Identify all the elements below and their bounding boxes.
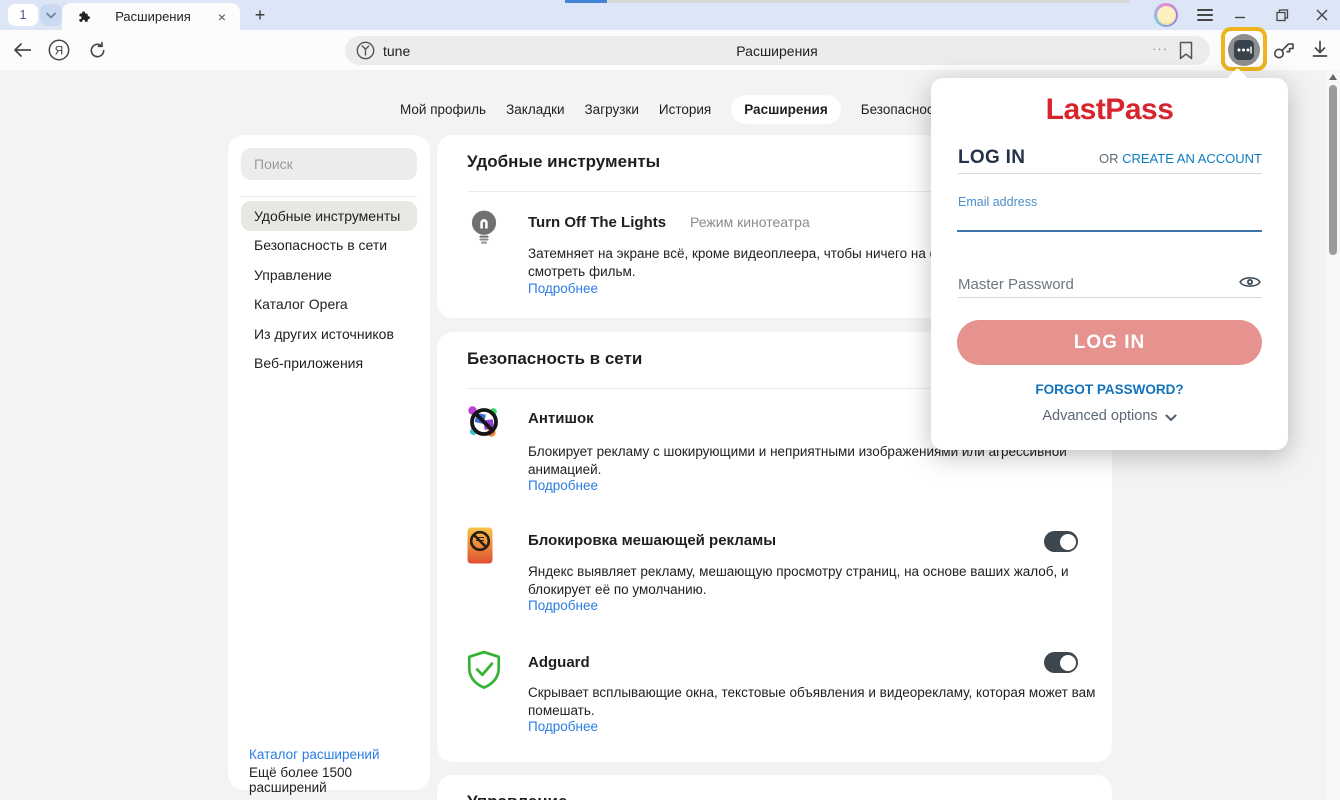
window-restore-button[interactable] bbox=[1272, 5, 1292, 25]
restore-icon bbox=[1276, 9, 1289, 22]
svg-text:Я: Я bbox=[55, 43, 64, 57]
lastpass-logo: LastPass bbox=[931, 93, 1288, 127]
extension-name: Adguard bbox=[528, 654, 590, 671]
login-heading-row: LOG IN OR CREATE AN ACCOUNT bbox=[958, 147, 1262, 169]
loading-progress-track bbox=[565, 0, 1130, 3]
sidebar-nav: Удобные инструменты Безопасность в сети … bbox=[241, 201, 417, 378]
advanced-options-toggle[interactable]: Advanced options bbox=[931, 408, 1288, 424]
scrollbar-thumb[interactable] bbox=[1329, 85, 1337, 255]
tab-my-profile[interactable]: Мой профиль bbox=[400, 95, 486, 124]
extension-description: Яндекс выявляет рекламу, мешающую просмо… bbox=[528, 563, 1069, 599]
login-button[interactable]: LOG IN bbox=[957, 320, 1262, 365]
tab-list-chevron-button[interactable] bbox=[40, 4, 62, 26]
window-close-button[interactable] bbox=[1312, 5, 1332, 25]
extension-description: Скрывает всплывающие окна, текстовые объ… bbox=[528, 684, 1095, 720]
login-heading: LOG IN bbox=[958, 147, 1025, 169]
chevron-down-icon bbox=[1165, 414, 1177, 422]
extension-title-row: Turn Off The Lights Режим кинотеатра bbox=[528, 214, 810, 231]
sidebar-item-opera-catalog[interactable]: Каталог Opera bbox=[241, 290, 417, 320]
lastpass-login-popup: LastPass LOG IN OR CREATE AN ACCOUNT Ema… bbox=[931, 78, 1288, 450]
back-arrow-icon bbox=[13, 43, 32, 57]
tab-bar: 1 Расширения × + bbox=[0, 0, 1340, 30]
sidebar-item-convenient-tools[interactable]: Удобные инструменты bbox=[241, 201, 417, 231]
browser-menu-button[interactable] bbox=[1196, 7, 1214, 23]
popup-divider bbox=[958, 173, 1262, 174]
forgot-password-link[interactable]: FORGOT PASSWORD? bbox=[931, 382, 1288, 397]
browser-tab-extensions[interactable]: Расширения × bbox=[62, 3, 240, 30]
profile-avatar[interactable] bbox=[1154, 3, 1178, 27]
create-account-link[interactable]: CREATE AN ACCOUNT bbox=[1122, 151, 1262, 166]
turn-off-the-lights-icon bbox=[465, 208, 503, 253]
tab-downloads[interactable]: Загрузки bbox=[585, 95, 639, 124]
email-field[interactable] bbox=[957, 206, 1262, 232]
section-management: Управление bbox=[437, 775, 1112, 800]
minimize-icon bbox=[1234, 9, 1246, 21]
puzzle-icon bbox=[78, 10, 92, 24]
section-title: Управление bbox=[467, 792, 567, 800]
refresh-button[interactable] bbox=[87, 40, 107, 60]
site-icon bbox=[356, 41, 375, 60]
tab-close-button[interactable]: × bbox=[214, 9, 230, 25]
tab-extensions[interactable]: Расширения bbox=[731, 95, 840, 124]
extensions-catalog-note: Ещё более 1500 расширений bbox=[249, 765, 430, 795]
more-link[interactable]: Подробнее bbox=[528, 478, 598, 493]
yandex-logo-button[interactable]: Я bbox=[48, 39, 70, 61]
address-page-title: Расширения bbox=[662, 43, 892, 59]
sidebar-divider bbox=[241, 196, 417, 197]
close-icon bbox=[1316, 9, 1328, 21]
address-bar[interactable]: tune Расширения ··· bbox=[345, 36, 1210, 65]
extension-name: Turn Off The Lights bbox=[528, 214, 666, 231]
window-minimize-button[interactable] bbox=[1230, 5, 1250, 25]
sidebar-item-network-security[interactable]: Безопасность в сети bbox=[241, 231, 417, 261]
extensions-sidebar: Удобные инструменты Безопасность в сети … bbox=[228, 135, 430, 790]
navigation-toolbar: Я tune Расширения ··· bbox=[0, 30, 1340, 70]
refresh-icon bbox=[88, 41, 107, 60]
download-icon bbox=[1310, 39, 1330, 59]
avatar-face bbox=[1157, 6, 1176, 25]
passwords-key-icon[interactable] bbox=[1272, 39, 1296, 61]
tab-count-button[interactable]: 1 bbox=[8, 4, 38, 26]
more-link[interactable]: Подробнее bbox=[528, 719, 598, 734]
back-button[interactable] bbox=[12, 40, 32, 60]
downloads-button[interactable] bbox=[1310, 39, 1332, 61]
tab-bookmarks[interactable]: Закладки bbox=[506, 95, 564, 124]
master-password-underline bbox=[958, 297, 1262, 298]
yandex-logo-icon: Я bbox=[48, 39, 70, 61]
chevron-down-icon bbox=[46, 12, 56, 19]
master-password-field[interactable] bbox=[958, 271, 1218, 297]
create-account-row: OR CREATE AN ACCOUNT bbox=[1099, 150, 1262, 168]
tab-history[interactable]: История bbox=[659, 95, 711, 124]
sidebar-item-web-apps[interactable]: Веб-приложения bbox=[241, 349, 417, 379]
section-title: Безопасность в сети bbox=[467, 349, 642, 369]
sidebar-item-management[interactable]: Управление bbox=[241, 260, 417, 290]
adguard-toggle[interactable] bbox=[1044, 652, 1078, 673]
new-tab-button[interactable]: + bbox=[248, 3, 272, 27]
extension-name: Блокировка мешающей рекламы bbox=[528, 532, 776, 549]
ad-block-icon bbox=[467, 527, 493, 569]
lastpass-extension-button[interactable] bbox=[1228, 34, 1260, 66]
more-link[interactable]: Подробнее bbox=[528, 281, 598, 296]
show-password-eye-icon[interactable] bbox=[1238, 274, 1262, 290]
scrollbar-up-arrow[interactable] bbox=[1329, 74, 1337, 80]
adblock-toggle[interactable] bbox=[1044, 531, 1078, 552]
popup-caret bbox=[1227, 68, 1248, 89]
loading-progress-fill bbox=[565, 0, 607, 3]
address-more-icon[interactable]: ··· bbox=[1152, 41, 1168, 56]
tune-page-icon bbox=[356, 41, 375, 60]
extension-name: Антишок bbox=[528, 410, 594, 427]
adguard-shield-icon bbox=[466, 650, 502, 695]
lastpass-icon bbox=[1234, 40, 1254, 60]
search-input[interactable] bbox=[241, 148, 417, 180]
antishock-icon bbox=[462, 400, 506, 449]
section-title: Удобные инструменты bbox=[467, 152, 660, 172]
page-scrollbar[interactable] bbox=[1326, 70, 1340, 800]
browser-window: 1 Расширения × + Я bbox=[0, 0, 1340, 800]
sidebar-item-other-sources[interactable]: Из других источников bbox=[241, 319, 417, 349]
more-link[interactable]: Подробнее bbox=[528, 598, 598, 613]
tab-title: Расширения bbox=[92, 9, 214, 24]
bookmark-icon[interactable] bbox=[1178, 41, 1196, 60]
url-text: tune bbox=[383, 43, 410, 59]
extensions-catalog-link[interactable]: Каталог расширений bbox=[249, 747, 380, 762]
extension-subtitle: Режим кинотеатра bbox=[690, 214, 810, 230]
